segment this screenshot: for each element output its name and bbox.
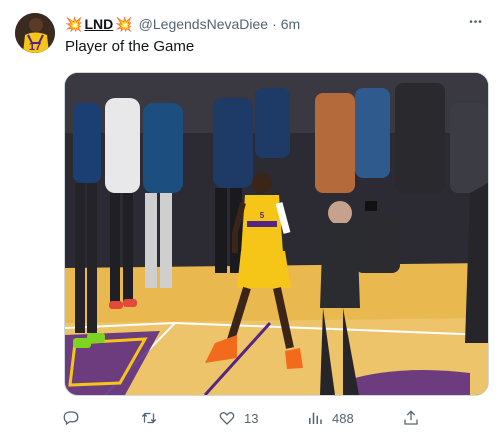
tweet-header: 💥 LND 💥 @LegendsNevaDiee · 6m	[65, 13, 485, 35]
avatar-image: 17	[15, 13, 55, 53]
more-options-button[interactable]: •••	[466, 12, 486, 32]
avatar[interactable]: 17	[15, 13, 55, 53]
like-count: 13	[244, 410, 259, 426]
view-count: 488	[332, 410, 354, 426]
views-icon	[309, 412, 322, 424]
tweet-actions: 13 488	[56, 403, 436, 433]
collision-emoji-right: 💥	[115, 16, 133, 32]
basketball-scene: 5	[65, 73, 488, 395]
display-name[interactable]: LND	[84, 16, 113, 32]
reply-icon	[63, 411, 79, 426]
share-button[interactable]	[402, 403, 420, 433]
share-icon	[404, 410, 418, 425]
heart-icon	[219, 412, 235, 425]
user-handle[interactable]: @LegendsNevaDiee	[139, 16, 268, 32]
more-icon: •••	[469, 16, 483, 28]
timestamp[interactable]: 6m	[281, 16, 300, 32]
tweet-media-image[interactable]: 5	[64, 72, 489, 396]
tweet-text: Player of the Game	[65, 38, 195, 55]
retweet-button[interactable]	[140, 403, 166, 433]
avatar-jersey-number: 17	[29, 41, 41, 53]
separator-dot: ·	[272, 16, 277, 32]
jersey-number-label: 5	[260, 211, 265, 220]
like-button[interactable]: 13	[218, 403, 258, 433]
views-button[interactable]: 488	[306, 403, 354, 433]
collision-emoji-left: 💥	[65, 16, 83, 32]
reply-button[interactable]	[62, 403, 88, 433]
retweet-icon	[141, 412, 157, 424]
